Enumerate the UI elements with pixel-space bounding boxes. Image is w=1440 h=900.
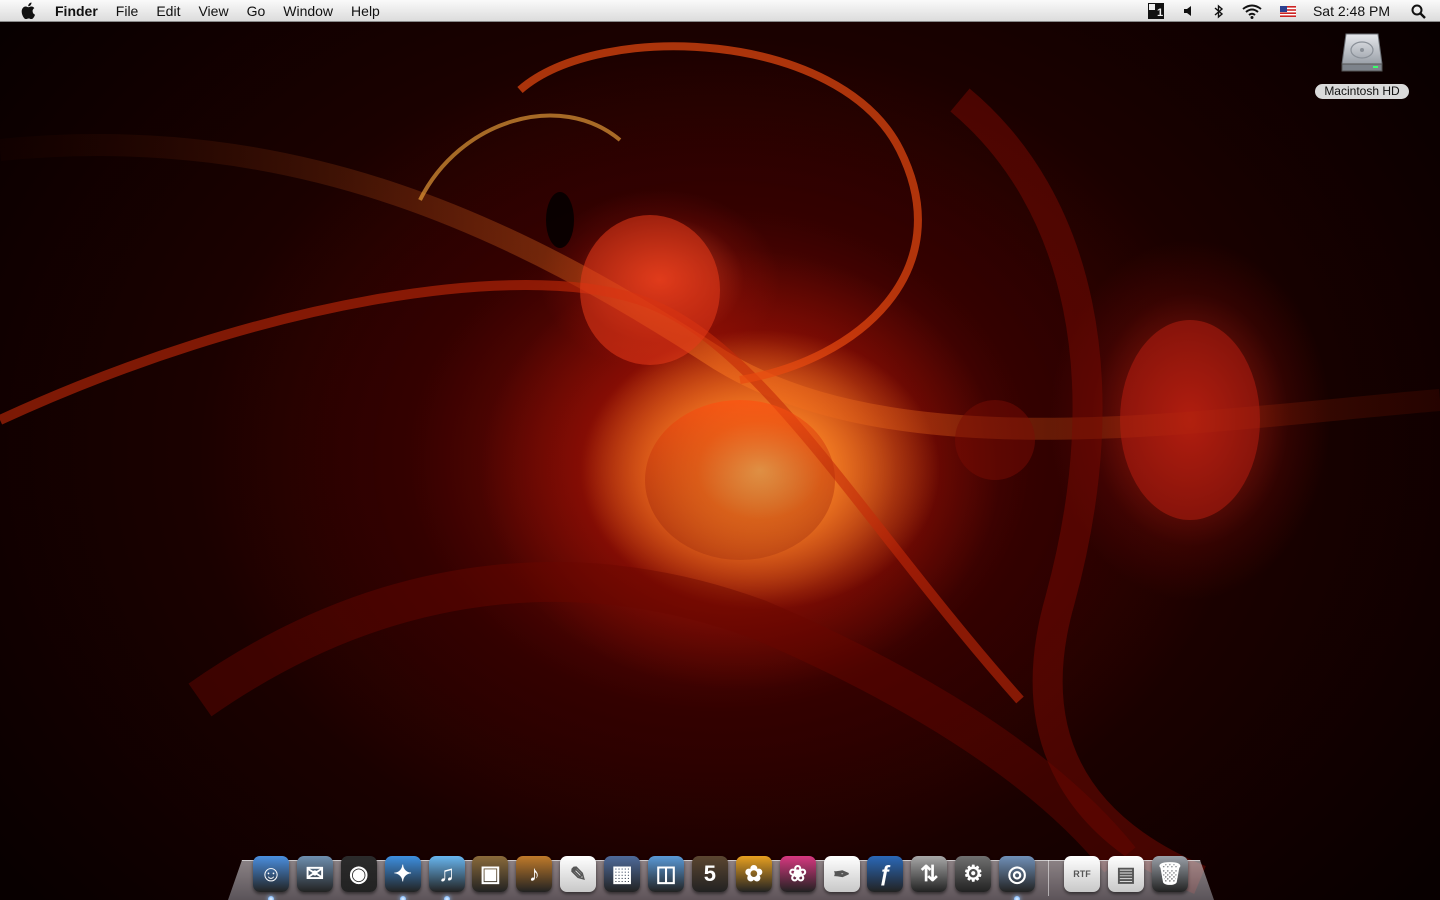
textedit-icon: ✎ <box>560 856 597 892</box>
dock-app-system-preferences[interactable]: ⚙ <box>952 852 994 896</box>
transmit-icon: ⇅ <box>911 856 948 892</box>
volume-icon[interactable] <box>1182 0 1196 22</box>
dock-app-dashboard[interactable]: ◉ <box>338 852 380 896</box>
menu-view[interactable]: View <box>189 0 237 22</box>
dock-app-safari[interactable]: ✦ <box>382 852 424 900</box>
menu-window[interactable]: Window <box>274 0 342 22</box>
desktop-icon-label: Macintosh HD <box>1315 84 1409 99</box>
dock-app-iphoto[interactable]: ▣ <box>469 852 511 896</box>
dock-app-garageband[interactable]: ♪ <box>513 852 555 896</box>
dock-doc-document[interactable]: ▤ <box>1105 852 1147 896</box>
dock-app-mail[interactable]: ✉ <box>294 852 336 896</box>
flower-app-icon: ❀ <box>779 856 816 892</box>
bluetooth-icon[interactable] <box>1214 0 1224 22</box>
mail-icon: ✉ <box>296 856 333 892</box>
hard-drive-icon[interactable] <box>1340 30 1384 74</box>
app-menu-finder[interactable]: Finder <box>55 0 107 22</box>
apple-menu-icon[interactable] <box>19 2 37 20</box>
preview-icon: ◫ <box>648 856 685 892</box>
menu-file[interactable]: File <box>107 0 148 22</box>
trash-icon: 🗑 <box>1151 856 1188 892</box>
system-preferences-icon: ⚙ <box>955 856 992 892</box>
dock-doc-rtf-document[interactable]: RTF <box>1061 852 1103 896</box>
dock-app-pages[interactable]: ✒ <box>821 852 863 896</box>
dashboard-icon: ◉ <box>340 856 377 892</box>
menu-help[interactable]: Help <box>342 0 389 22</box>
dock-app-textedit[interactable]: ✎ <box>557 852 599 896</box>
pages-icon: ✒ <box>823 856 860 892</box>
svg-text:1: 1 <box>1157 7 1163 19</box>
dock-doc-trash[interactable]: 🗑 <box>1149 852 1191 896</box>
dock-app-transmit[interactable]: ⇅ <box>908 852 950 896</box>
running-indicator <box>443 896 450 900</box>
dock-separator[interactable] <box>1048 860 1050 896</box>
expose-icon: ▦ <box>604 856 641 892</box>
dock-items: ☺ ✉ ◉ ✦ ♫ ▣ ♪ ✎ ▦ ◫ 5 ✿ ❀ ✒ ƒ ⇅ ⚙ ◎ RTF ▤ 🗑 <box>250 844 1193 900</box>
desktop-icon-macintosh-hd[interactable]: Macintosh HD <box>1312 30 1412 99</box>
illustrator-icon: ✿ <box>735 856 772 892</box>
itunes-icon: ♫ <box>428 856 465 892</box>
dock-app-flash[interactable]: ƒ <box>864 852 906 896</box>
logic-5-icon: 5 <box>691 856 728 892</box>
image-capture-icon: ◎ <box>999 856 1036 892</box>
wallpaper-swirls <box>0 42 1440 894</box>
garageband-icon: ♪ <box>516 856 553 892</box>
dock: ☺ ✉ ◉ ✦ ♫ ▣ ♪ ✎ ▦ ◫ 5 ✿ ❀ ✒ ƒ ⇅ ⚙ ◎ RTF ▤ 🗑 <box>228 838 1214 900</box>
running-indicator <box>1014 896 1021 900</box>
desktop-wallpaper <box>0 0 1440 900</box>
dock-app-finder[interactable]: ☺ <box>250 852 292 900</box>
dock-app-illustrator[interactable]: ✿ <box>733 852 775 896</box>
running-indicator <box>268 896 274 900</box>
safari-icon: ✦ <box>384 856 421 892</box>
dock-app-expose[interactable]: ▦ <box>601 852 643 896</box>
dock-app-flower-app[interactable]: ❀ <box>777 852 819 896</box>
menu-extras: 1 Sat 2:48 PM <box>1139 0 1440 22</box>
us-flag-icon[interactable] <box>1279 0 1296 22</box>
dock-app-preview[interactable]: ◫ <box>645 852 687 896</box>
wifi-icon[interactable] <box>1242 0 1262 22</box>
finder-icon: ☺ <box>253 856 289 892</box>
spotlight-search-icon[interactable] <box>1411 0 1426 22</box>
dock-app-logic-5[interactable]: 5 <box>689 852 731 896</box>
rtf-document-icon: RTF <box>1064 856 1101 892</box>
menu-clock[interactable]: Sat 2:48 PM <box>1313 3 1390 19</box>
menu-edit[interactable]: Edit <box>147 0 189 22</box>
menu-bar: Finder File Edit View Go Window Help 1 S… <box>0 0 1440 22</box>
spaces-icon[interactable]: 1 <box>1147 0 1164 22</box>
menu-go[interactable]: Go <box>238 0 275 22</box>
iphoto-icon: ▣ <box>472 856 509 892</box>
running-indicator <box>399 896 406 900</box>
dock-app-itunes[interactable]: ♫ <box>426 852 468 900</box>
document-icon: ▤ <box>1107 856 1144 892</box>
flash-icon: ƒ <box>867 856 904 892</box>
dock-app-image-capture[interactable]: ◎ <box>996 852 1038 900</box>
